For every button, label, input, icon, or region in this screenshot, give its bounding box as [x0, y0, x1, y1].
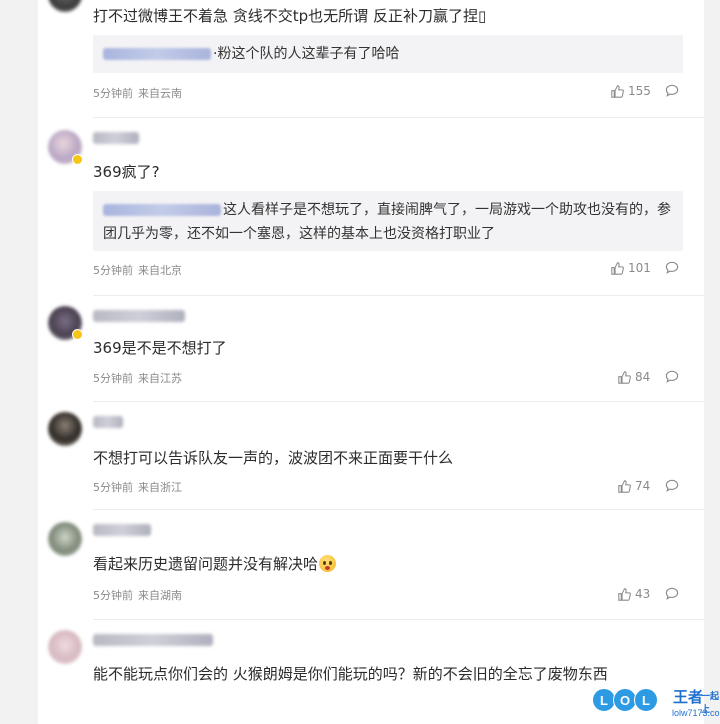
avatar[interactable] — [48, 412, 82, 446]
comment-text-content: 看起来历史遗留问题并没有解决哈 — [93, 555, 319, 573]
comment-meta: 5分钟前 来自江苏 — [93, 370, 182, 386]
like-count: 74 — [635, 479, 651, 493]
location: 来自江苏 — [138, 372, 182, 385]
username[interactable] — [93, 132, 139, 144]
comment-item: 不想打可以告诉队友一声的，波波团不来正面要干什么 5分钟前 来自浙江 74 — [38, 402, 704, 510]
comment-meta: 5分钟前 来自湖南 — [93, 587, 182, 603]
location: 来自浙江 — [138, 481, 182, 494]
comment-text: 能不能玩点你们会的 火猴朗姆是你们能玩的吗？新的不会旧的全忘了废物东西 — [93, 665, 608, 683]
comment-item: 看起来历史遗留问题并没有解决哈 5分钟前 来自湖南 43 — [38, 510, 704, 620]
watermark-title: 王者 — [673, 688, 704, 706]
location: 来自湖南 — [138, 589, 182, 602]
username[interactable] — [93, 634, 213, 646]
blush-emoji-icon — [319, 555, 337, 572]
comment-meta: 5分钟前 来自云南 — [93, 85, 182, 101]
comment-item: 369是不是不想打了 5分钟前 来自江苏 84 — [38, 296, 704, 402]
thumbs-up-icon — [611, 261, 624, 275]
username[interactable] — [93, 524, 151, 536]
timestamp: 5分钟前 — [93, 481, 133, 494]
comment-reply-icon[interactable] — [665, 84, 679, 97]
badge-letter: L — [634, 688, 658, 712]
thumbs-up-icon — [618, 479, 631, 493]
comment-meta: 5分钟前 来自浙江 — [93, 479, 182, 495]
comment-reply-icon[interactable] — [665, 587, 679, 600]
reply-text: ·粉这个队的人这辈子有了哈哈 — [213, 46, 400, 62]
username[interactable] — [93, 416, 123, 428]
comment-reply-icon[interactable] — [665, 479, 679, 492]
comment-text: 不想打可以告诉队友一声的，波波团不来正面要干什么 — [93, 449, 454, 467]
comment-feed: 打不过微博王不着急 贪线不交tp也无所谓 反正补刀赢了捏▯ ·粉这个队的人这辈子… — [38, 0, 704, 724]
lol-badge: L O L — [592, 688, 658, 712]
thumbs-up-icon — [618, 587, 631, 601]
like-count: 155 — [628, 84, 651, 98]
location: 来自北京 — [138, 264, 182, 277]
like-button[interactable]: 101 — [611, 261, 651, 275]
reply-username[interactable] — [103, 204, 221, 216]
watermark-url: lolw7173.com — [672, 708, 720, 718]
avatar[interactable] — [48, 522, 82, 556]
comment-item: 369疯了? 这人看样子是不想玩了，直接闹脾气了，一局游戏一个助攻也没有的，参团… — [38, 118, 704, 296]
location: 来自云南 — [138, 87, 182, 100]
site-watermark-logo: L O L 王者 一起上 lolw7173.com — [590, 686, 720, 724]
comment-reply-icon[interactable] — [665, 370, 679, 383]
comment-text: 看起来历史遗留问题并没有解决哈 — [93, 552, 693, 576]
like-count: 101 — [628, 261, 651, 275]
thumbs-up-icon — [618, 370, 631, 384]
like-button[interactable]: 43 — [618, 587, 650, 601]
comment-item: 打不过微博王不着急 贪线不交tp也无所谓 反正补刀赢了捏▯ ·粉这个队的人这辈子… — [38, 0, 704, 118]
thumbs-up-icon — [611, 84, 624, 98]
comment-text: 369是不是不想打了 — [93, 339, 227, 357]
reply-box: 这人看样子是不想玩了，直接闹脾气了，一局游戏一个助攻也没有的，参团几乎为零，还不… — [93, 191, 683, 251]
like-button[interactable]: 84 — [618, 370, 650, 384]
timestamp: 5分钟前 — [93, 589, 133, 602]
comment-reply-icon[interactable] — [665, 261, 679, 274]
verified-badge-icon — [72, 154, 83, 165]
reply-box: ·粉这个队的人这辈子有了哈哈 — [93, 35, 683, 73]
username[interactable] — [93, 310, 185, 322]
like-button[interactable]: 74 — [618, 479, 650, 493]
comment-meta: 5分钟前 来自北京 — [93, 262, 182, 278]
timestamp: 5分钟前 — [93, 87, 133, 100]
timestamp: 5分钟前 — [93, 264, 133, 277]
comment-text: 369疯了? — [93, 163, 160, 181]
verified-badge-icon — [72, 329, 83, 340]
comment-text: 打不过微博王不着急 贪线不交tp也无所谓 反正补刀赢了捏▯ — [93, 7, 487, 25]
like-count: 43 — [635, 587, 651, 601]
reply-username[interactable] — [103, 48, 211, 60]
like-count: 84 — [635, 370, 651, 384]
avatar[interactable] — [48, 630, 82, 664]
timestamp: 5分钟前 — [93, 372, 133, 385]
avatar[interactable] — [48, 0, 82, 12]
like-button[interactable]: 155 — [611, 84, 651, 98]
